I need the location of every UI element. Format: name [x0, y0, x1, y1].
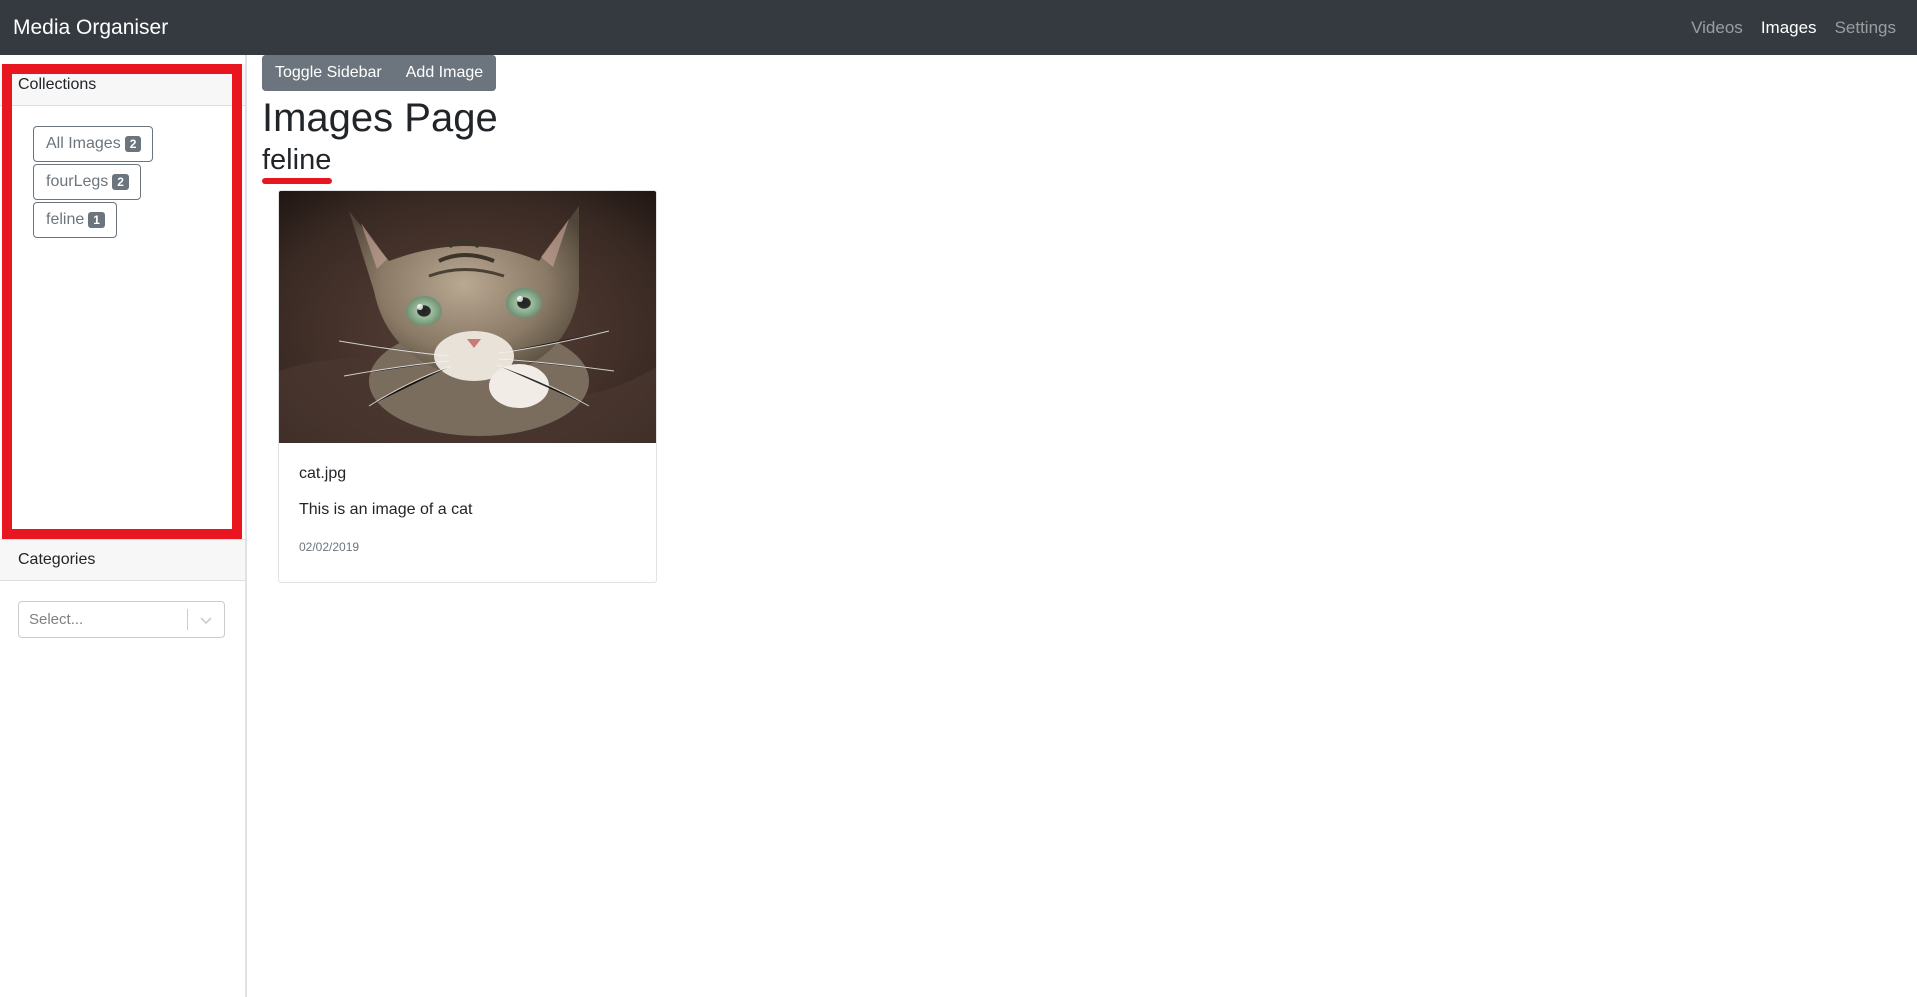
- page-title: Images Page: [262, 96, 498, 140]
- categories-select-placeholder: Select...: [29, 611, 84, 628]
- card-body: cat.jpg This is an image of a cat 02/02/…: [279, 443, 656, 554]
- collection-label: All Images: [46, 135, 121, 152]
- categories-panel: Categories Select...: [0, 539, 245, 638]
- main-content: Toggle Sidebar Add Image Images Page fel…: [262, 55, 657, 583]
- card-date: 02/02/2019: [299, 540, 360, 554]
- collection-button-fourlegs[interactable]: fourLegs 2: [33, 164, 141, 200]
- nav-links: Videos Images Settings: [1691, 18, 1896, 38]
- collection-count-badge: 2: [112, 174, 129, 190]
- collections-panel: Collections All Images 2 fourLegs 2 feli…: [0, 64, 245, 539]
- chevron-down-icon[interactable]: [188, 602, 224, 637]
- brand-link[interactable]: Media Organiser: [13, 16, 168, 40]
- collection-count-badge: 2: [124, 136, 142, 152]
- nav-link-images[interactable]: Images: [1761, 18, 1817, 38]
- collections-list: All Images 2 fourLegs 2 feline 1: [0, 106, 245, 238]
- card-description: This is an image of a cat: [299, 501, 473, 518]
- collection-label: feline: [46, 211, 85, 228]
- toolbar: Toggle Sidebar Add Image: [262, 55, 497, 91]
- collections-header: Collections: [0, 64, 245, 106]
- collection-title-underline: [262, 178, 332, 184]
- collection-count-badge: 1: [88, 212, 105, 228]
- collection-title: feline: [262, 143, 332, 184]
- cat-image[interactable]: [279, 191, 657, 443]
- collection-button-all-images[interactable]: All Images 2: [33, 126, 154, 162]
- nav-link-videos[interactable]: Videos: [1691, 18, 1743, 38]
- top-navbar: Media Organiser Videos Images Settings: [0, 0, 1917, 55]
- add-image-button[interactable]: Add Image: [394, 55, 497, 91]
- collection-label: fourLegs: [46, 173, 109, 190]
- toggle-sidebar-button[interactable]: Toggle Sidebar: [262, 55, 395, 91]
- collection-title-text: feline: [262, 144, 332, 176]
- image-card[interactable]: cat.jpg This is an image of a cat 02/02/…: [278, 190, 657, 583]
- collection-button-feline[interactable]: feline 1: [33, 202, 117, 238]
- sidebar: Collections All Images 2 fourLegs 2 feli…: [0, 55, 247, 997]
- card-title: cat.jpg: [299, 465, 347, 482]
- categories-select[interactable]: Select...: [18, 601, 225, 638]
- categories-header: Categories: [0, 539, 245, 581]
- nav-link-settings[interactable]: Settings: [1835, 18, 1896, 38]
